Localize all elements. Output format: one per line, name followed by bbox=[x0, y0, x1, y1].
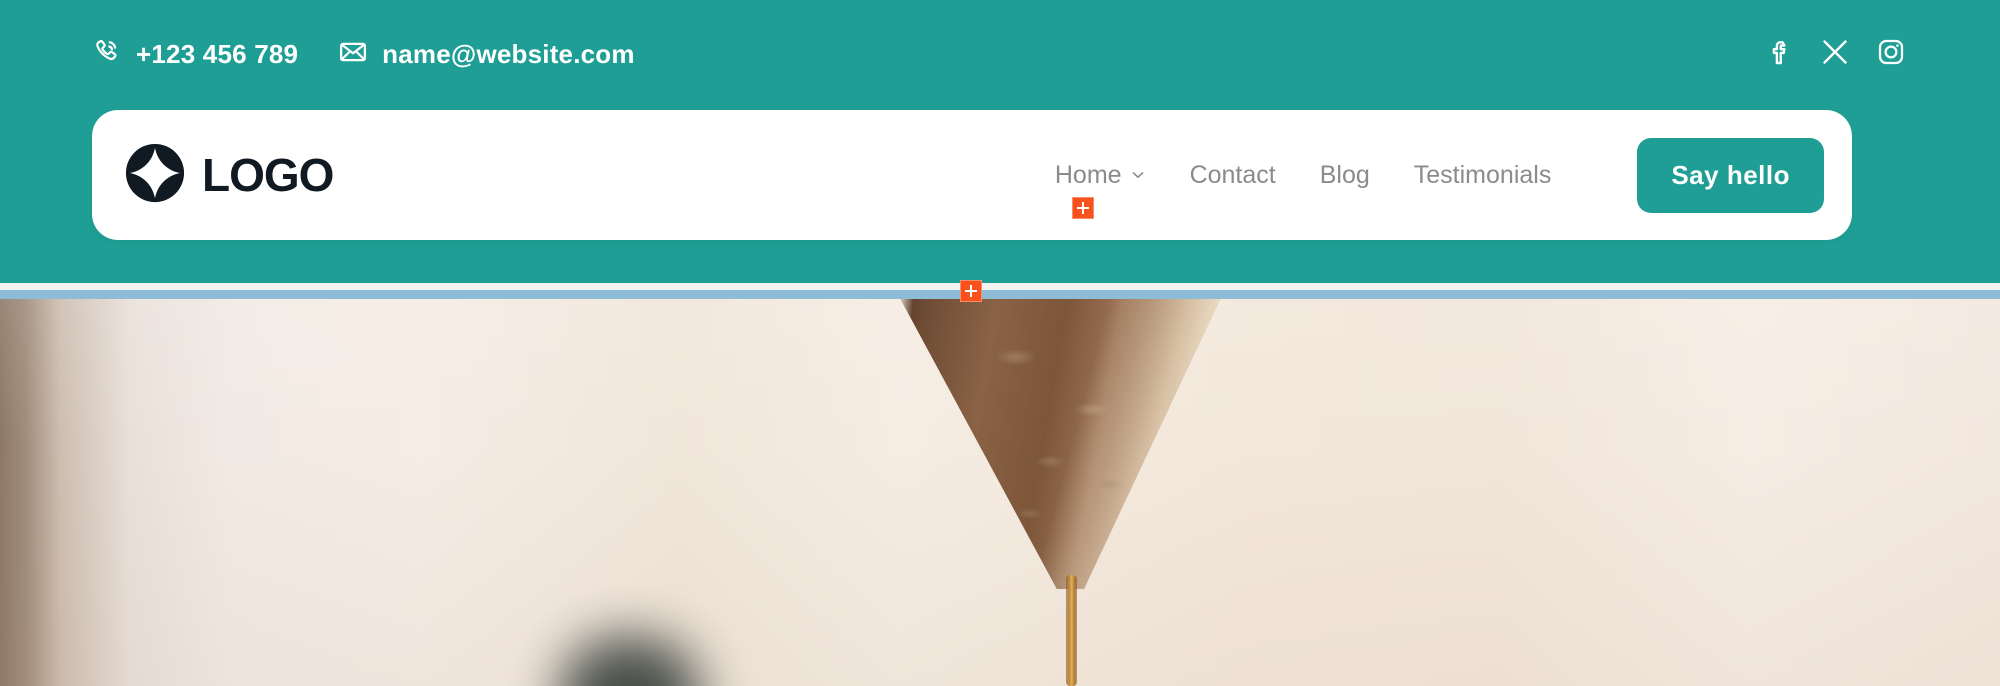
nav-item-blog-label: Blog bbox=[1319, 160, 1370, 189]
nav-item-blog[interactable]: Blog bbox=[1319, 160, 1370, 189]
chevron-down-icon bbox=[1130, 163, 1146, 188]
instagram-icon bbox=[1876, 37, 1906, 72]
nav-item-testimonials[interactable]: Testimonials bbox=[1413, 160, 1552, 189]
cone-left-edge bbox=[900, 299, 1220, 589]
nav-item-home-label: Home bbox=[1054, 160, 1122, 189]
logo-link[interactable]: LOGO bbox=[124, 142, 334, 209]
phone-number-text: +123 456 789 bbox=[136, 39, 299, 69]
nav-links: Home Contact Blog Testimonials Say hello bbox=[1054, 137, 1824, 213]
x-twitter-icon bbox=[1820, 37, 1850, 72]
facebook-link[interactable] bbox=[1762, 37, 1796, 71]
logo-text: LOGO bbox=[202, 149, 334, 201]
say-hello-button[interactable]: Say hello bbox=[1637, 137, 1824, 213]
nav-item-testimonials-label: Testimonials bbox=[1413, 160, 1552, 189]
instagram-link[interactable] bbox=[1874, 37, 1908, 71]
phone-contact-link[interactable]: +123 456 789 bbox=[92, 37, 298, 72]
nav-item-contact-label: Contact bbox=[1189, 160, 1276, 189]
social-links-group bbox=[1762, 37, 1908, 71]
top-utility-bar: +123 456 789 name@website.com bbox=[0, 0, 2000, 108]
nav-item-contact[interactable]: Contact bbox=[1189, 160, 1276, 189]
hero-image bbox=[0, 299, 2000, 686]
envelope-icon bbox=[338, 37, 368, 72]
add-section-marker-hero[interactable] bbox=[960, 280, 982, 302]
page-root: +123 456 789 name@website.com LOGO Home … bbox=[0, 0, 2000, 686]
coffee-drip-stream bbox=[1066, 575, 1077, 686]
email-contact-link[interactable]: name@website.com bbox=[338, 37, 635, 72]
add-section-marker-navbar[interactable] bbox=[1072, 197, 1094, 219]
divider-blue-line bbox=[0, 290, 2000, 299]
nav-item-home[interactable]: Home bbox=[1054, 160, 1146, 189]
email-address-text: name@website.com bbox=[382, 39, 635, 69]
facebook-icon bbox=[1764, 37, 1794, 72]
star-burst-logo-icon bbox=[124, 142, 186, 209]
phone-icon bbox=[92, 37, 122, 72]
divider-white-line bbox=[0, 283, 2000, 290]
main-navbar: LOGO Home Contact Blog Testimonials Say … bbox=[92, 110, 1852, 240]
header-band: +123 456 789 name@website.com LOGO Home … bbox=[0, 0, 2000, 283]
contact-group: +123 456 789 name@website.com bbox=[92, 37, 635, 72]
x-twitter-link[interactable] bbox=[1818, 37, 1852, 71]
pour-over-cone bbox=[880, 299, 1220, 599]
